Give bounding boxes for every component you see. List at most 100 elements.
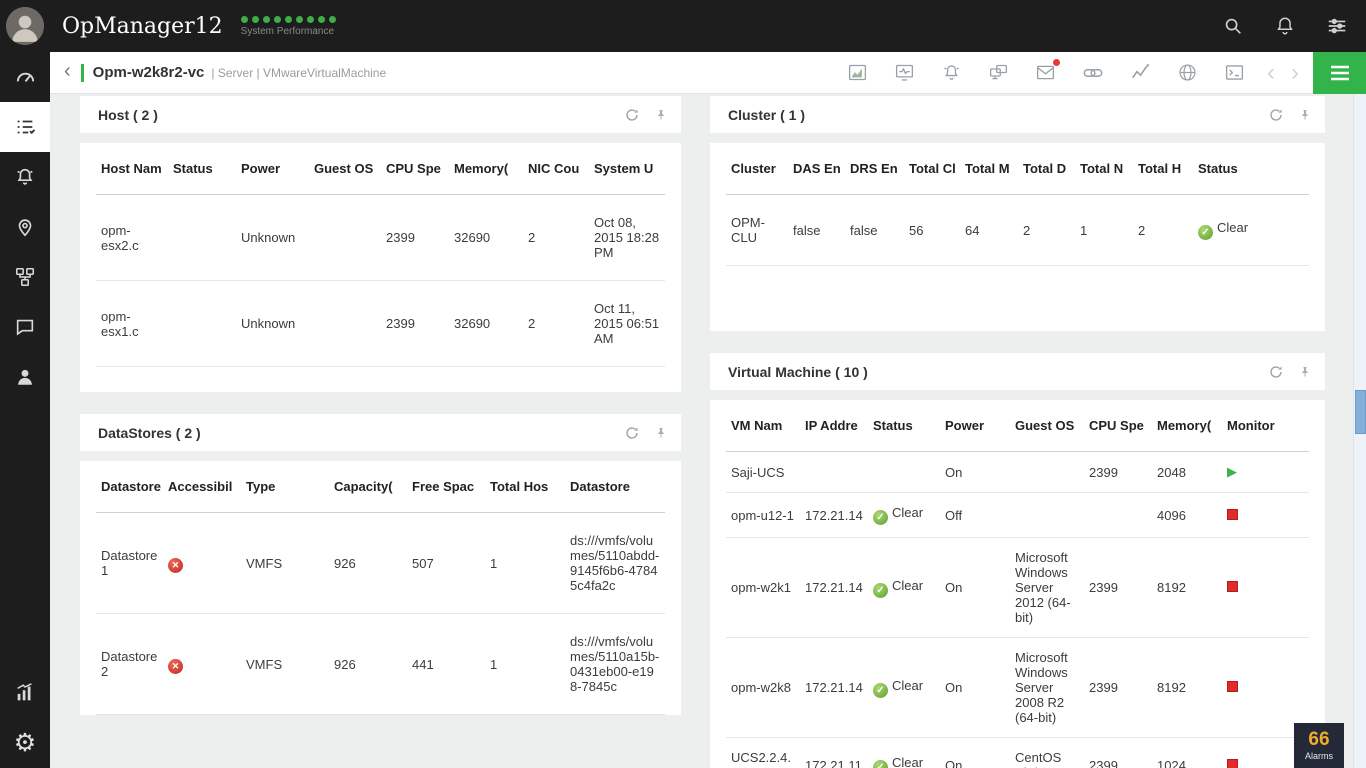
stop-monitoring-icon[interactable] [1227, 508, 1238, 520]
column-header[interactable]: NIC Cou [523, 143, 589, 195]
refresh-icon[interactable] [625, 108, 639, 122]
mail-icon[interactable] [1035, 59, 1060, 83]
column-header[interactable]: System U [589, 143, 665, 195]
table-row[interactable]: opm-esx1.c Unknown 2399 32690 2 Oct 11, … [96, 280, 665, 367]
line-graph-icon[interactable] [1130, 62, 1151, 83]
status-label: Clear [892, 505, 924, 520]
cell-memory: 2048 [1152, 451, 1222, 493]
table-row[interactable]: UCS2.2.4.c 172.21.11 Clear On CentOS 4/5… [726, 737, 1309, 768]
column-header[interactable]: CPU Spe [1084, 400, 1152, 452]
user-avatar[interactable] [0, 0, 50, 52]
pin-icon[interactable] [1299, 366, 1311, 378]
column-header[interactable]: CPU Spe [381, 143, 449, 195]
cell-capacity: 926 [329, 613, 407, 715]
column-header[interactable]: Power [236, 143, 309, 195]
vertical-scrollbar-track[interactable] [1353, 94, 1366, 768]
stop-monitoring-icon[interactable] [1227, 758, 1238, 768]
column-header[interactable]: Memory( [1152, 400, 1222, 452]
table-row[interactable]: opm-w2k8 172.21.14 Clear On Microsoft Wi… [726, 637, 1309, 738]
cell-nic-count: 2 [523, 280, 589, 367]
column-header[interactable]: Memory( [449, 143, 523, 195]
column-header[interactable]: Total D [1018, 143, 1075, 195]
cell-power: On [940, 637, 1010, 738]
column-header[interactable]: Host Nam [96, 143, 168, 195]
column-header[interactable]: Status [1193, 143, 1309, 195]
column-header[interactable]: DAS En [788, 143, 845, 195]
table-row[interactable]: Datastore2 VMFS 926 441 1 ds:///vmfs/vol… [96, 613, 665, 715]
green-menu-button[interactable] [1313, 51, 1366, 94]
table-row[interactable]: Saji-UCS On 2399 2048 [726, 451, 1309, 493]
column-header[interactable]: Status [168, 143, 236, 195]
column-header[interactable]: Total Hos [485, 461, 565, 513]
column-header[interactable]: Total M [960, 143, 1018, 195]
pin-icon[interactable] [655, 109, 667, 121]
table-row[interactable]: opm-w2k1 172.21.14 Clear On Microsoft Wi… [726, 537, 1309, 638]
collapse-chevron-icon[interactable]: ‹ [50, 60, 81, 85]
sidebar-item-inventory[interactable] [0, 102, 50, 152]
notifications-bell-icon[interactable] [1274, 15, 1296, 37]
cell-guest-os [1010, 451, 1084, 493]
user-icon [18, 369, 32, 385]
vm-panel-title: Virtual Machine ( 10 ) [728, 363, 868, 380]
column-header[interactable]: Accessibil [163, 461, 241, 513]
terminal-icon[interactable] [1224, 62, 1245, 83]
vertical-scrollbar-thumb[interactable] [1355, 390, 1366, 434]
performance-chart-icon[interactable] [847, 62, 868, 83]
cell-total-hosts: 2 [1133, 194, 1193, 266]
stop-monitoring-icon[interactable] [1227, 681, 1238, 692]
stop-monitoring-icon[interactable] [1227, 581, 1238, 592]
refresh-icon[interactable] [625, 426, 639, 440]
next-page-icon[interactable]: › [1291, 60, 1299, 85]
sidebar-item-chat[interactable] [0, 302, 50, 352]
network-screens-icon[interactable] [988, 62, 1009, 83]
column-header[interactable]: Type [241, 461, 329, 513]
table-row[interactable]: opm-esx2.c Unknown 2399 32690 2 Oct 08, … [96, 194, 665, 281]
table-row[interactable]: Datastore1 VMFS 926 507 1 ds:///vmfs/vol… [96, 512, 665, 614]
refresh-icon[interactable] [1269, 365, 1283, 379]
cell-accessibility [163, 512, 241, 614]
column-header[interactable]: IP Addre [800, 400, 868, 452]
sidebar-item-alarms[interactable] [0, 152, 50, 202]
sidebar-item-users[interactable] [0, 352, 50, 402]
pin-icon[interactable] [1299, 109, 1311, 121]
pin-icon[interactable] [655, 427, 667, 439]
column-header[interactable]: DRS En [845, 143, 904, 195]
column-header[interactable]: Guest OS [1010, 400, 1084, 452]
alarms-badge[interactable]: 66 Alarms [1294, 723, 1344, 768]
sidebar-item-maps[interactable] [0, 202, 50, 252]
column-header[interactable]: Total Cl [904, 143, 960, 195]
top-bar: OpManager12 System Performance [0, 0, 1366, 52]
table-row[interactable]: OPM-CLU false false 56 64 2 1 2 Clear [726, 194, 1309, 266]
alarms-bell-icon[interactable] [941, 62, 962, 83]
column-header[interactable]: Cluster [726, 143, 788, 195]
sidebar-item-reports[interactable] [0, 668, 50, 718]
table-row[interactable]: opm-u12-1 172.21.14 Clear Off 4096 [726, 492, 1309, 538]
status-dots [240, 15, 336, 23]
settings-sliders-icon[interactable] [1326, 15, 1348, 37]
column-header[interactable]: Total H [1133, 143, 1193, 195]
column-header[interactable]: Total N [1075, 143, 1133, 195]
column-header[interactable]: Capacity( [329, 461, 407, 513]
link-icon[interactable] [1082, 62, 1104, 84]
sidebar-item-settings[interactable]: ⚙ [0, 718, 50, 768]
column-header[interactable]: Guest OS [309, 143, 381, 195]
column-header[interactable]: Free Spac [407, 461, 485, 513]
search-icon[interactable] [1222, 15, 1244, 37]
sidebar-item-network[interactable] [0, 252, 50, 302]
refresh-icon[interactable] [1269, 108, 1283, 122]
start-monitoring-icon[interactable] [1227, 464, 1237, 479]
clear-status-icon [873, 510, 888, 525]
device-snapshot-icon[interactable] [894, 62, 915, 83]
host-table: Host Nam Status Power Guest OS CPU Spe M… [96, 143, 665, 367]
sidebar-item-dashboard[interactable] [0, 52, 50, 102]
column-header[interactable]: Datastore [565, 461, 665, 513]
column-header[interactable]: Power [940, 400, 1010, 452]
cell-system-uptime: Oct 08, 2015 18:28 PM [589, 194, 665, 281]
cell-vm-name: opm-w2k8 [726, 637, 800, 738]
column-header[interactable]: VM Nam [726, 400, 800, 452]
column-header[interactable]: Datastore [96, 461, 163, 513]
column-header[interactable]: Status [868, 400, 940, 452]
column-header[interactable]: Monitor [1222, 400, 1309, 452]
globe-icon[interactable] [1177, 62, 1198, 83]
prev-page-icon[interactable]: ‹ [1267, 60, 1275, 85]
